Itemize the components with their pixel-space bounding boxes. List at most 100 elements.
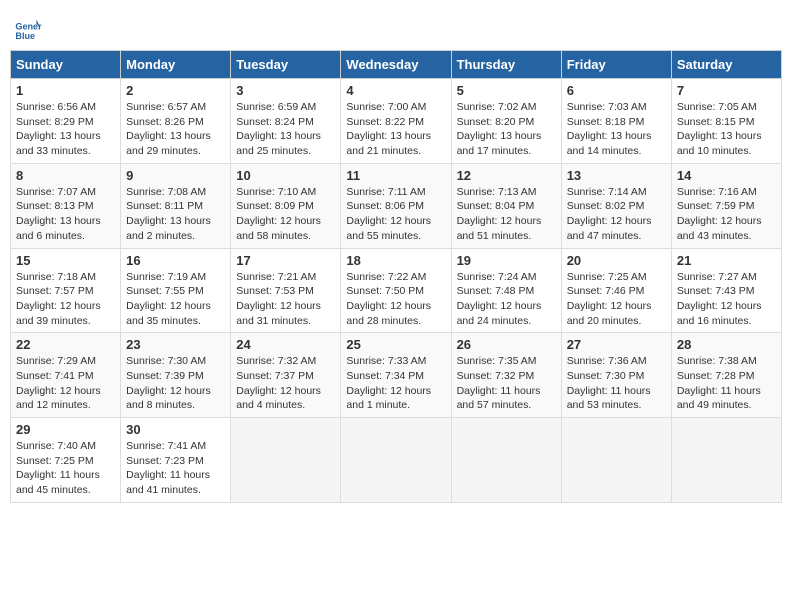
column-header-thursday: Thursday xyxy=(451,51,561,79)
column-header-tuesday: Tuesday xyxy=(231,51,341,79)
calendar-cell xyxy=(231,418,341,503)
calendar-cell xyxy=(671,418,781,503)
calendar-table: SundayMondayTuesdayWednesdayThursdayFrid… xyxy=(10,50,782,503)
day-number: 11 xyxy=(346,168,445,183)
day-detail: Sunrise: 7:40 AM Sunset: 7:25 PM Dayligh… xyxy=(16,439,115,498)
calendar-cell: 6 Sunrise: 7:03 AM Sunset: 8:18 PM Daylig… xyxy=(561,79,671,164)
day-number: 24 xyxy=(236,337,335,352)
day-number: 29 xyxy=(16,422,115,437)
calendar-cell: 22 Sunrise: 7:29 AM Sunset: 7:41 PM Dayli… xyxy=(11,333,121,418)
day-number: 17 xyxy=(236,253,335,268)
calendar-cell: 1Sunrise: 6:56 AM Sunset: 8:29 PM Daylig… xyxy=(11,79,121,164)
column-header-sunday: Sunday xyxy=(11,51,121,79)
day-number: 26 xyxy=(457,337,556,352)
calendar-cell: 28 Sunrise: 7:38 AM Sunset: 7:28 PM Dayli… xyxy=(671,333,781,418)
day-detail: Sunrise: 7:00 AM Sunset: 8:22 PM Dayligh… xyxy=(346,100,445,159)
day-number: 8 xyxy=(16,168,115,183)
calendar-cell: 30 Sunrise: 7:41 AM Sunset: 7:23 PM Dayli… xyxy=(121,418,231,503)
day-number: 15 xyxy=(16,253,115,268)
svg-text:Blue: Blue xyxy=(15,31,35,41)
day-number: 18 xyxy=(346,253,445,268)
day-detail: Sunrise: 7:08 AM Sunset: 8:11 PM Dayligh… xyxy=(126,185,225,244)
calendar-cell: 19 Sunrise: 7:24 AM Sunset: 7:48 PM Dayli… xyxy=(451,248,561,333)
day-number: 7 xyxy=(677,83,776,98)
calendar-cell: 7 Sunrise: 7:05 AM Sunset: 8:15 PM Daylig… xyxy=(671,79,781,164)
calendar-cell xyxy=(341,418,451,503)
day-number: 27 xyxy=(567,337,666,352)
calendar-cell: 25Sunrise: 7:33 AM Sunset: 7:34 PM Dayli… xyxy=(341,333,451,418)
day-detail: Sunrise: 7:33 AM Sunset: 7:34 PM Dayligh… xyxy=(346,354,445,413)
day-number: 3 xyxy=(236,83,335,98)
calendar-cell: 27 Sunrise: 7:36 AM Sunset: 7:30 PM Dayli… xyxy=(561,333,671,418)
column-header-monday: Monday xyxy=(121,51,231,79)
day-detail: Sunrise: 7:07 AM Sunset: 8:13 PM Dayligh… xyxy=(16,185,115,244)
day-detail: Sunrise: 7:13 AM Sunset: 8:04 PM Dayligh… xyxy=(457,185,556,244)
day-detail: Sunrise: 7:14 AM Sunset: 8:02 PM Dayligh… xyxy=(567,185,666,244)
day-detail: Sunrise: 7:38 AM Sunset: 7:28 PM Dayligh… xyxy=(677,354,776,413)
day-detail: Sunrise: 7:35 AM Sunset: 7:32 PM Dayligh… xyxy=(457,354,556,413)
calendar-cell xyxy=(561,418,671,503)
calendar-cell: 11 Sunrise: 7:11 AM Sunset: 8:06 PM Dayli… xyxy=(341,163,451,248)
calendar-cell: 21 Sunrise: 7:27 AM Sunset: 7:43 PM Dayli… xyxy=(671,248,781,333)
calendar-week-row: 8 Sunrise: 7:07 AM Sunset: 8:13 PM Daylig… xyxy=(11,163,782,248)
column-header-saturday: Saturday xyxy=(671,51,781,79)
day-detail: Sunrise: 7:24 AM Sunset: 7:48 PM Dayligh… xyxy=(457,270,556,329)
calendar-cell: 10Sunrise: 7:10 AM Sunset: 8:09 PM Dayli… xyxy=(231,163,341,248)
day-number: 1 xyxy=(16,83,115,98)
day-number: 9 xyxy=(126,168,225,183)
calendar-cell xyxy=(451,418,561,503)
day-number: 28 xyxy=(677,337,776,352)
day-detail: Sunrise: 7:21 AM Sunset: 7:53 PM Dayligh… xyxy=(236,270,335,329)
day-detail: Sunrise: 7:41 AM Sunset: 7:23 PM Dayligh… xyxy=(126,439,225,498)
day-detail: Sunrise: 7:30 AM Sunset: 7:39 PM Dayligh… xyxy=(126,354,225,413)
calendar-cell: 26 Sunrise: 7:35 AM Sunset: 7:32 PM Dayli… xyxy=(451,333,561,418)
calendar-week-row: 15Sunrise: 7:18 AM Sunset: 7:57 PM Dayli… xyxy=(11,248,782,333)
day-detail: Sunrise: 7:22 AM Sunset: 7:50 PM Dayligh… xyxy=(346,270,445,329)
day-number: 23 xyxy=(126,337,225,352)
calendar-cell: 12 Sunrise: 7:13 AM Sunset: 8:04 PM Dayli… xyxy=(451,163,561,248)
calendar-cell: 13Sunrise: 7:14 AM Sunset: 8:02 PM Dayli… xyxy=(561,163,671,248)
calendar-cell: 4 Sunrise: 7:00 AM Sunset: 8:22 PM Daylig… xyxy=(341,79,451,164)
calendar-cell: 2Sunrise: 6:57 AM Sunset: 8:26 PM Daylig… xyxy=(121,79,231,164)
day-detail: Sunrise: 7:25 AM Sunset: 7:46 PM Dayligh… xyxy=(567,270,666,329)
day-number: 30 xyxy=(126,422,225,437)
day-number: 22 xyxy=(16,337,115,352)
day-detail: Sunrise: 6:59 AM Sunset: 8:24 PM Dayligh… xyxy=(236,100,335,159)
calendar-header-row: SundayMondayTuesdayWednesdayThursdayFrid… xyxy=(11,51,782,79)
calendar-cell: 5 Sunrise: 7:02 AM Sunset: 8:20 PM Daylig… xyxy=(451,79,561,164)
day-detail: Sunrise: 7:05 AM Sunset: 8:15 PM Dayligh… xyxy=(677,100,776,159)
day-number: 19 xyxy=(457,253,556,268)
day-detail: Sunrise: 7:03 AM Sunset: 8:18 PM Dayligh… xyxy=(567,100,666,159)
calendar-cell: 16 Sunrise: 7:19 AM Sunset: 7:55 PM Dayli… xyxy=(121,248,231,333)
day-detail: Sunrise: 7:10 AM Sunset: 8:09 PM Dayligh… xyxy=(236,185,335,244)
calendar-cell: 14Sunrise: 7:16 AM Sunset: 7:59 PM Dayli… xyxy=(671,163,781,248)
day-number: 4 xyxy=(346,83,445,98)
calendar-week-row: 29 Sunrise: 7:40 AM Sunset: 7:25 PM Dayli… xyxy=(11,418,782,503)
day-number: 12 xyxy=(457,168,556,183)
page-header: General Blue xyxy=(10,10,782,42)
day-detail: Sunrise: 7:32 AM Sunset: 7:37 PM Dayligh… xyxy=(236,354,335,413)
day-number: 16 xyxy=(126,253,225,268)
calendar-cell: 15Sunrise: 7:18 AM Sunset: 7:57 PM Dayli… xyxy=(11,248,121,333)
day-detail: Sunrise: 7:19 AM Sunset: 7:55 PM Dayligh… xyxy=(126,270,225,329)
calendar-week-row: 1Sunrise: 6:56 AM Sunset: 8:29 PM Daylig… xyxy=(11,79,782,164)
day-detail: Sunrise: 7:02 AM Sunset: 8:20 PM Dayligh… xyxy=(457,100,556,159)
day-number: 21 xyxy=(677,253,776,268)
day-detail: Sunrise: 7:29 AM Sunset: 7:41 PM Dayligh… xyxy=(16,354,115,413)
day-number: 14 xyxy=(677,168,776,183)
day-detail: Sunrise: 7:27 AM Sunset: 7:43 PM Dayligh… xyxy=(677,270,776,329)
day-number: 5 xyxy=(457,83,556,98)
logo-icon: General Blue xyxy=(14,14,42,42)
calendar-cell: 23 Sunrise: 7:30 AM Sunset: 7:39 PM Dayli… xyxy=(121,333,231,418)
day-detail: Sunrise: 6:57 AM Sunset: 8:26 PM Dayligh… xyxy=(126,100,225,159)
calendar-cell: 20Sunrise: 7:25 AM Sunset: 7:46 PM Dayli… xyxy=(561,248,671,333)
column-header-wednesday: Wednesday xyxy=(341,51,451,79)
calendar-week-row: 22 Sunrise: 7:29 AM Sunset: 7:41 PM Dayli… xyxy=(11,333,782,418)
day-number: 6 xyxy=(567,83,666,98)
calendar-cell: 8 Sunrise: 7:07 AM Sunset: 8:13 PM Daylig… xyxy=(11,163,121,248)
day-detail: Sunrise: 7:36 AM Sunset: 7:30 PM Dayligh… xyxy=(567,354,666,413)
calendar-cell: 18 Sunrise: 7:22 AM Sunset: 7:50 PM Dayli… xyxy=(341,248,451,333)
day-detail: Sunrise: 7:11 AM Sunset: 8:06 PM Dayligh… xyxy=(346,185,445,244)
column-header-friday: Friday xyxy=(561,51,671,79)
calendar-cell: 29 Sunrise: 7:40 AM Sunset: 7:25 PM Dayli… xyxy=(11,418,121,503)
